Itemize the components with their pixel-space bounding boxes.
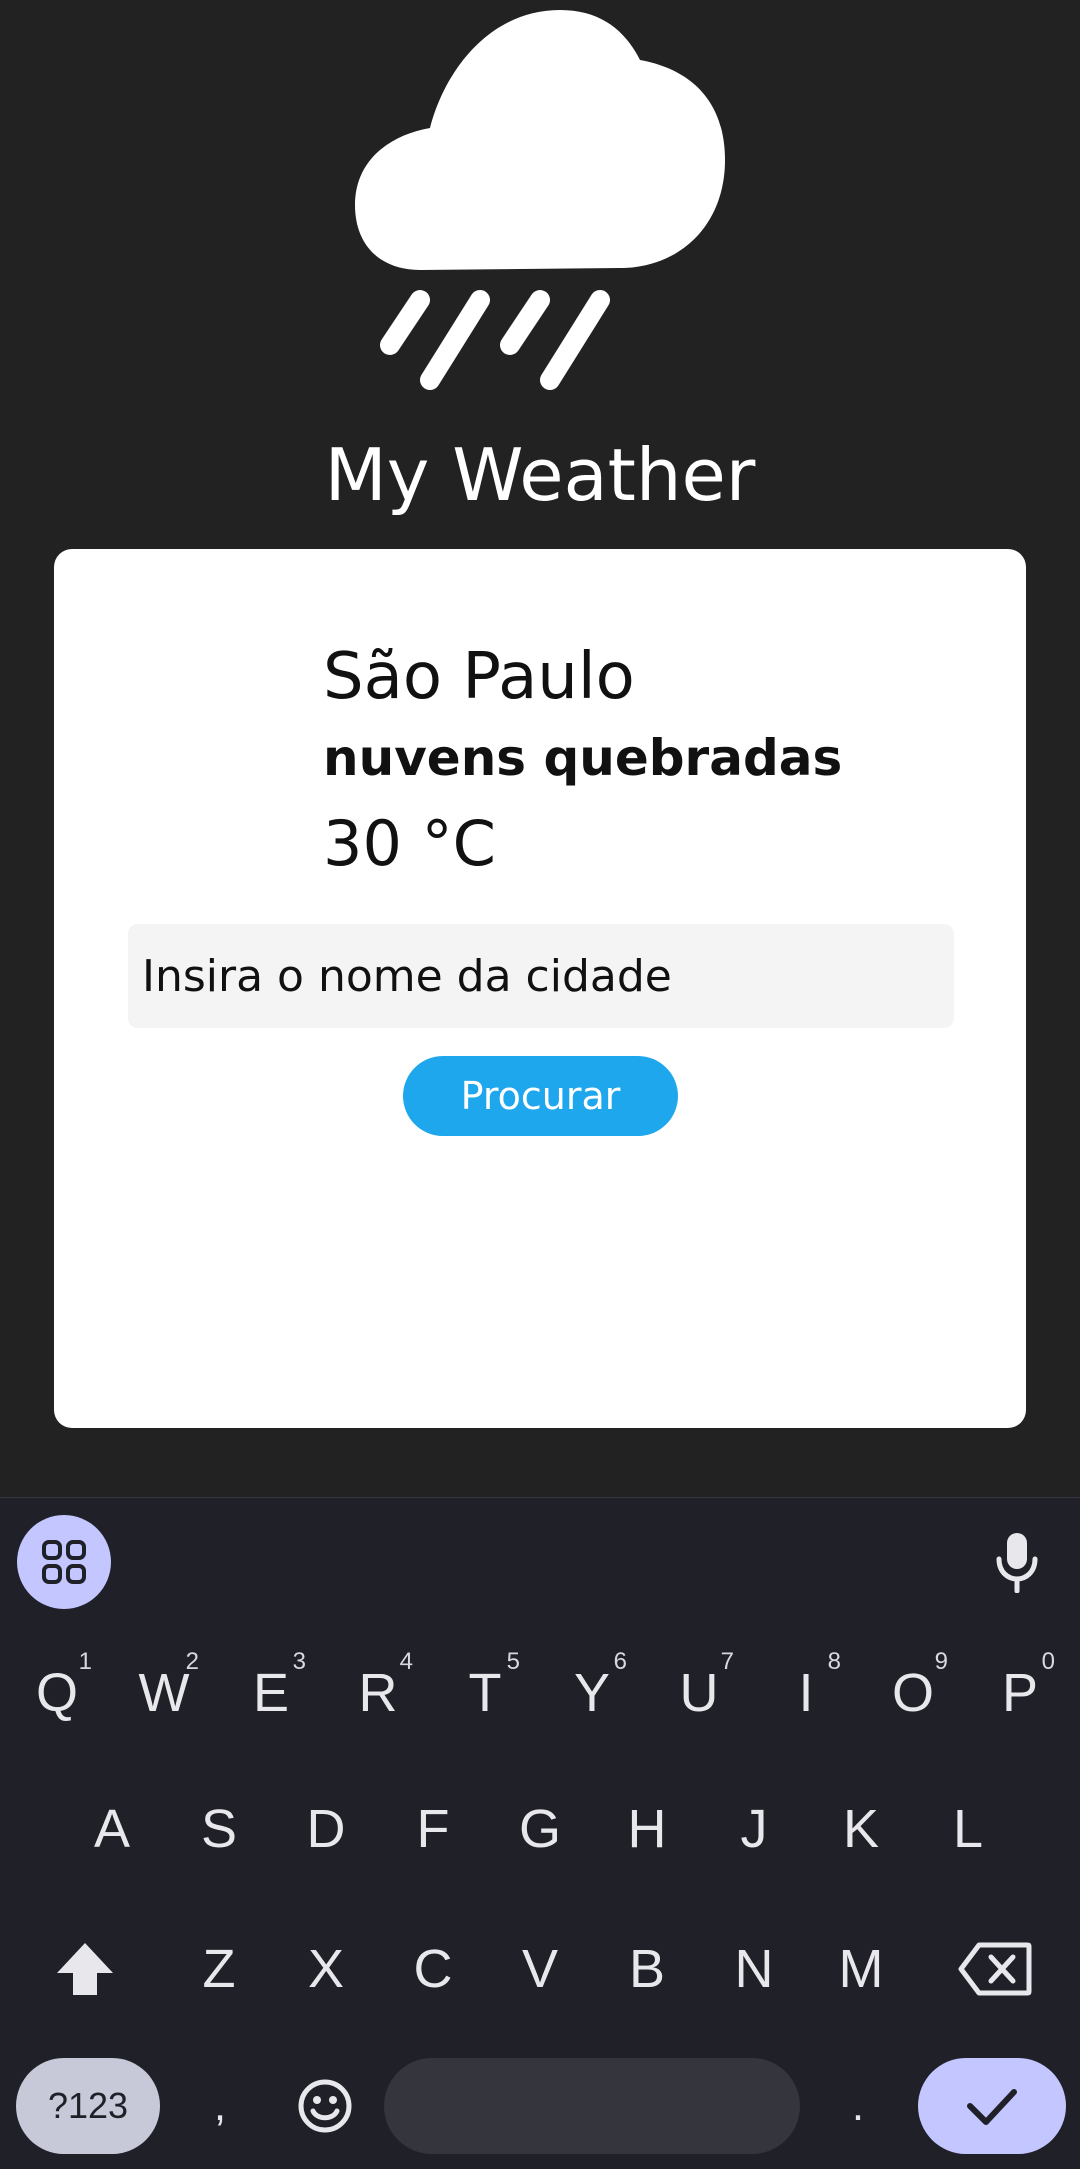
emoji-icon xyxy=(298,2079,352,2133)
microphone-icon xyxy=(996,1533,1038,1593)
weather-description: nuvens quebradas xyxy=(323,729,843,787)
key-label: I xyxy=(798,1663,814,1723)
key-p[interactable]: P 0 xyxy=(971,1634,1069,1752)
key-t[interactable]: T 5 xyxy=(436,1634,534,1752)
enter-key[interactable] xyxy=(918,2058,1066,2154)
key-label: T xyxy=(468,1663,502,1723)
key-e[interactable]: E 3 xyxy=(222,1634,320,1752)
search-button[interactable]: Procurar xyxy=(403,1056,678,1136)
screen: My Weather São Paulo nuvens quebradas 30… xyxy=(0,0,1080,2169)
grid-icon xyxy=(42,1540,86,1584)
key-z[interactable]: Z xyxy=(170,1910,268,2028)
key-l[interactable]: L xyxy=(919,1770,1017,1888)
app-title: My Weather xyxy=(324,433,756,517)
comma-key[interactable]: , xyxy=(180,2058,260,2154)
key-w[interactable]: W 2 xyxy=(115,1634,213,1752)
key-a[interactable]: A xyxy=(63,1770,161,1888)
shift-arrow-icon xyxy=(57,1943,113,1995)
voice-input-button[interactable] xyxy=(980,1522,1054,1602)
key-hint: 2 xyxy=(185,1648,199,1675)
symbols-key[interactable]: ?123 xyxy=(16,2058,160,2154)
key-o[interactable]: O 9 xyxy=(864,1634,962,1752)
key-k[interactable]: K xyxy=(812,1770,910,1888)
key-label: Y xyxy=(573,1663,611,1723)
key-r[interactable]: R 4 xyxy=(329,1634,427,1752)
key-label: U xyxy=(679,1663,719,1723)
app-area: My Weather São Paulo nuvens quebradas 30… xyxy=(0,0,1080,1497)
emoji-key[interactable] xyxy=(280,2058,370,2154)
key-q[interactable]: Q 1 xyxy=(8,1634,106,1752)
backspace-key[interactable] xyxy=(940,1910,1050,2028)
key-hint: 9 xyxy=(934,1648,948,1675)
on-screen-keyboard: Q 1 W 2 E 3 R 4 T 5 Y 6 U 7 I 8 O 9 P 0 … xyxy=(0,1497,1080,2169)
temperature: 30 °C xyxy=(323,807,496,880)
key-n[interactable]: N xyxy=(705,1910,803,2028)
backspace-icon xyxy=(958,1942,1032,1996)
key-y[interactable]: Y 6 xyxy=(543,1634,641,1752)
key-u[interactable]: U 7 xyxy=(650,1634,748,1752)
checkmark-icon xyxy=(967,2089,1017,2125)
key-label: R xyxy=(358,1663,398,1723)
key-hint: 6 xyxy=(613,1648,627,1675)
key-x[interactable]: X xyxy=(277,1910,375,2028)
key-hint: 3 xyxy=(292,1648,306,1675)
key-j[interactable]: J xyxy=(705,1770,803,1888)
key-hint: 8 xyxy=(827,1648,841,1675)
key-hint: 4 xyxy=(399,1648,413,1675)
key-hint: 7 xyxy=(720,1648,734,1675)
key-c[interactable]: C xyxy=(384,1910,482,2028)
key-b[interactable]: B xyxy=(598,1910,696,2028)
weather-card: São Paulo nuvens quebradas 30 °C Procura… xyxy=(54,549,1026,1428)
key-label: Q xyxy=(35,1663,78,1723)
shift-key[interactable] xyxy=(30,1910,140,2028)
key-label: P xyxy=(1001,1663,1039,1723)
key-s[interactable]: S xyxy=(170,1770,268,1888)
key-g[interactable]: G xyxy=(491,1770,589,1888)
key-m[interactable]: M xyxy=(812,1910,910,2028)
key-label: O xyxy=(891,1663,934,1723)
space-key[interactable] xyxy=(384,2058,800,2154)
key-d[interactable]: D xyxy=(277,1770,375,1888)
key-f[interactable]: F xyxy=(384,1770,482,1888)
key-v[interactable]: V xyxy=(491,1910,589,2028)
key-label: W xyxy=(138,1663,190,1723)
period-key[interactable]: . xyxy=(818,2058,898,2154)
keyboard-apps-button[interactable] xyxy=(17,1515,111,1609)
key-label: E xyxy=(252,1663,290,1723)
key-hint: 5 xyxy=(506,1648,520,1675)
city-search-input[interactable] xyxy=(128,924,954,1028)
cloud-rain-icon xyxy=(355,10,725,390)
city-name: São Paulo xyxy=(323,640,635,714)
key-h[interactable]: H xyxy=(598,1770,696,1888)
key-hint: 0 xyxy=(1041,1648,1055,1675)
key-i[interactable]: I 8 xyxy=(757,1634,855,1752)
key-hint: 1 xyxy=(78,1648,92,1675)
